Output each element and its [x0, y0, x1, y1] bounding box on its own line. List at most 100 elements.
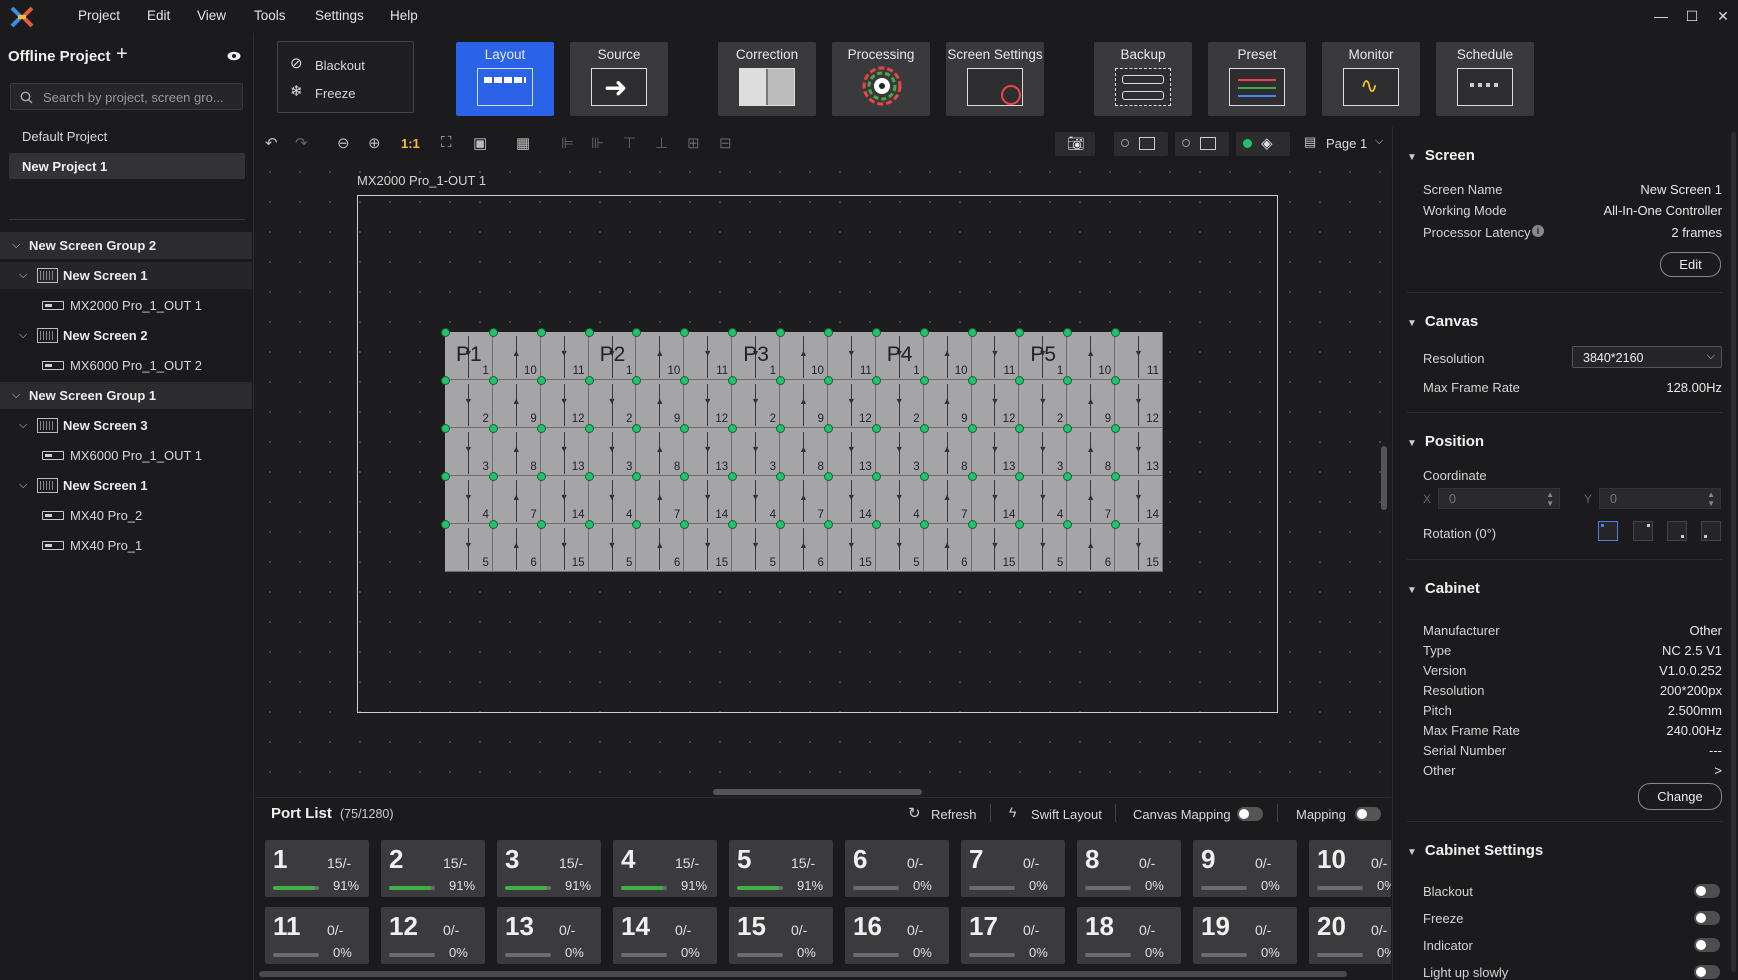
port-card[interactable]: 10 0/- 0% — [1309, 840, 1391, 897]
indicator-setting-toggle[interactable] — [1694, 938, 1720, 952]
menu-view[interactable]: View — [197, 8, 226, 23]
fit-screen-icon[interactable]: ▣ — [473, 134, 487, 152]
cabinet-tile[interactable]: 7 ▲ — [636, 476, 685, 524]
cabinet-tile[interactable]: 13 ▼ — [1115, 428, 1163, 476]
cabinet-tile[interactable]: 8 ▲ — [780, 428, 828, 476]
horizontal-scrollbar[interactable] — [713, 789, 922, 795]
freeze-setting-toggle[interactable] — [1694, 911, 1720, 925]
cabinet-tile[interactable]: 12 ▼ — [684, 380, 733, 428]
cabinet-tile[interactable]: 13 ▼ — [827, 428, 876, 476]
chevron-down-icon[interactable]: ⌵ — [19, 262, 27, 289]
cabinet-tile[interactable]: 2 ▼ — [732, 380, 781, 428]
cabinet-tile[interactable]: 3 ▼ — [445, 428, 493, 476]
port-card[interactable]: 2 15/- 91% — [381, 840, 485, 897]
cabinet-tile[interactable]: 12 ▼ — [1115, 380, 1163, 428]
cabinet-tile[interactable]: 3 ▼ — [588, 428, 637, 476]
project-item-default[interactable]: Default Project — [22, 129, 107, 144]
port-card[interactable]: 9 0/- 0% — [1193, 840, 1297, 897]
swift-layout-button[interactable]: Swift Layout — [1031, 807, 1102, 822]
collapse-icon[interactable]: ▼ — [1407, 585, 1417, 596]
cabinet-tile[interactable]: 4 ▼ — [588, 476, 637, 524]
section-canvas[interactable]: ▼ Canvas — [1407, 313, 1478, 330]
cabinet-tile[interactable]: 7 ▲ — [492, 476, 541, 524]
cabinet-tile[interactable]: 4 ▼ — [875, 476, 924, 524]
cabinet-tile[interactable]: 14 ▼ — [971, 476, 1020, 524]
tab-layout[interactable]: Layout — [456, 42, 554, 116]
cabinet-tile[interactable]: 10 ▲ — [636, 332, 685, 380]
port-card[interactable]: 11 0/- 0% — [265, 907, 369, 964]
chevron-down-icon[interactable]: ⌵ — [1375, 135, 1383, 148]
cabinet-tile[interactable]: 5 ▼ — [732, 524, 781, 572]
port-card[interactable]: 12 0/- 0% — [381, 907, 485, 964]
tree-group-1[interactable]: ⌵ New Screen Group 1 — [0, 382, 252, 409]
maximize-icon[interactable]: ☐ — [1681, 6, 1703, 26]
cabinet-tile[interactable]: 4 ▼ — [732, 476, 781, 524]
port-card[interactable]: 13 0/- 0% — [497, 907, 601, 964]
chevron-down-icon[interactable]: ⌵ — [12, 382, 20, 409]
mapping-toggle[interactable] — [1355, 807, 1381, 821]
rotation-90-button[interactable] — [1633, 521, 1653, 541]
port-card[interactable]: 6 0/- 0% — [845, 840, 949, 897]
cabinet-tile[interactable]: 2 ▼ — [1019, 380, 1068, 428]
cabinet-tile[interactable]: 3 ▼ — [732, 428, 781, 476]
chevron-down-icon[interactable]: ⌵ — [19, 472, 27, 499]
tree-output-item[interactable]: MX40 Pro_2 — [0, 502, 252, 529]
tree-screen-3[interactable]: ⌵ New Screen 3 — [0, 412, 252, 439]
grid-icon[interactable]: ▦ — [516, 134, 530, 152]
cabinet-tile[interactable]: 4 ▼ — [1019, 476, 1068, 524]
port-horizontal-scrollbar[interactable] — [259, 971, 1347, 977]
cabinet-tile[interactable]: 8 ▲ — [923, 428, 972, 476]
cabinet-tile[interactable]: 11 ▼ — [540, 332, 589, 380]
search-input[interactable]: Search by project, screen gro... — [10, 83, 243, 110]
cabinet-tile[interactable]: 11 ▼ — [684, 332, 733, 380]
cabinet-tile[interactable]: 3 ▼ — [1019, 428, 1068, 476]
view-toggle-1[interactable] — [1114, 132, 1168, 156]
align-bottom-icon[interactable]: ⊥ — [655, 134, 668, 152]
cabinet-tile[interactable]: 15 ▼ — [1115, 524, 1163, 572]
stepper-icon[interactable]: ▲ ▼ — [1707, 490, 1715, 508]
menu-project[interactable]: Project — [78, 8, 120, 23]
stepper-icon[interactable]: ▲ ▼ — [1546, 490, 1554, 508]
port-card[interactable]: 7 0/- 0% — [961, 840, 1065, 897]
collapse-icon[interactable]: ▼ — [1407, 847, 1417, 858]
blackout-setting-toggle[interactable] — [1694, 884, 1720, 898]
blackout-button[interactable]: Blackout — [315, 58, 365, 73]
redo-icon[interactable]: ↷ — [295, 134, 308, 152]
section-cabinet-settings[interactable]: ▼ Cabinet Settings — [1407, 842, 1543, 859]
cabinet-tile[interactable]: 12 ▼ — [971, 380, 1020, 428]
cabinet-tile[interactable]: 8 ▲ — [636, 428, 685, 476]
properties-scrollbar[interactable] — [1731, 132, 1736, 972]
cabinet-tile[interactable]: 14 ▼ — [684, 476, 733, 524]
change-button[interactable]: Change — [1638, 783, 1722, 810]
close-icon[interactable]: ✕ — [1712, 6, 1734, 26]
tab-preset[interactable]: Preset — [1208, 42, 1306, 116]
cabinet-tile[interactable]: 13 ▼ — [540, 428, 589, 476]
view-toggle-3[interactable]: ◈ — [1236, 132, 1290, 156]
cabinet-tile[interactable]: 8 ▲ — [492, 428, 541, 476]
cabinet-tile[interactable]: 10 ▲ — [923, 332, 972, 380]
menu-edit[interactable]: Edit — [147, 8, 170, 23]
cabinet-tile[interactable]: 4 ▼ — [445, 476, 493, 524]
port-card[interactable]: 18 0/- 0% — [1077, 907, 1181, 964]
cabinet-tile[interactable]: 2 ▼ — [445, 380, 493, 428]
cabinet-tile[interactable]: 5 ▼ — [445, 524, 493, 572]
cabinet-tile[interactable]: 7 ▲ — [780, 476, 828, 524]
section-screen[interactable]: ▼ Screen — [1407, 147, 1475, 164]
menu-help[interactable]: Help — [390, 8, 418, 23]
x-input[interactable]: 0 ▲ ▼ — [1438, 488, 1560, 509]
y-input[interactable]: 0 ▲ ▼ — [1599, 488, 1721, 509]
freeze-button[interactable]: Freeze — [315, 86, 355, 101]
project-item-selected[interactable]: New Project 1 — [9, 153, 245, 179]
port-card[interactable]: 20 0/- 0% — [1309, 907, 1391, 964]
cabinet-tile[interactable]: 2 ▼ — [875, 380, 924, 428]
eye-icon[interactable] — [227, 51, 241, 61]
cabinet-tile[interactable]: 9 ▲ — [923, 380, 972, 428]
cabinet-tile[interactable]: 10 ▲ — [780, 332, 828, 380]
section-position[interactable]: ▼ Position — [1407, 433, 1484, 450]
undo-icon[interactable]: ↶ — [265, 134, 278, 152]
rotation-270-button[interactable] — [1701, 521, 1721, 541]
tree-output-item[interactable]: MX40 Pro_1 — [0, 532, 252, 559]
cabinet-tile[interactable]: 5 ▼ — [1019, 524, 1068, 572]
tab-source[interactable]: Source ➜ — [570, 42, 668, 116]
port-card[interactable]: 3 15/- 91% — [497, 840, 601, 897]
